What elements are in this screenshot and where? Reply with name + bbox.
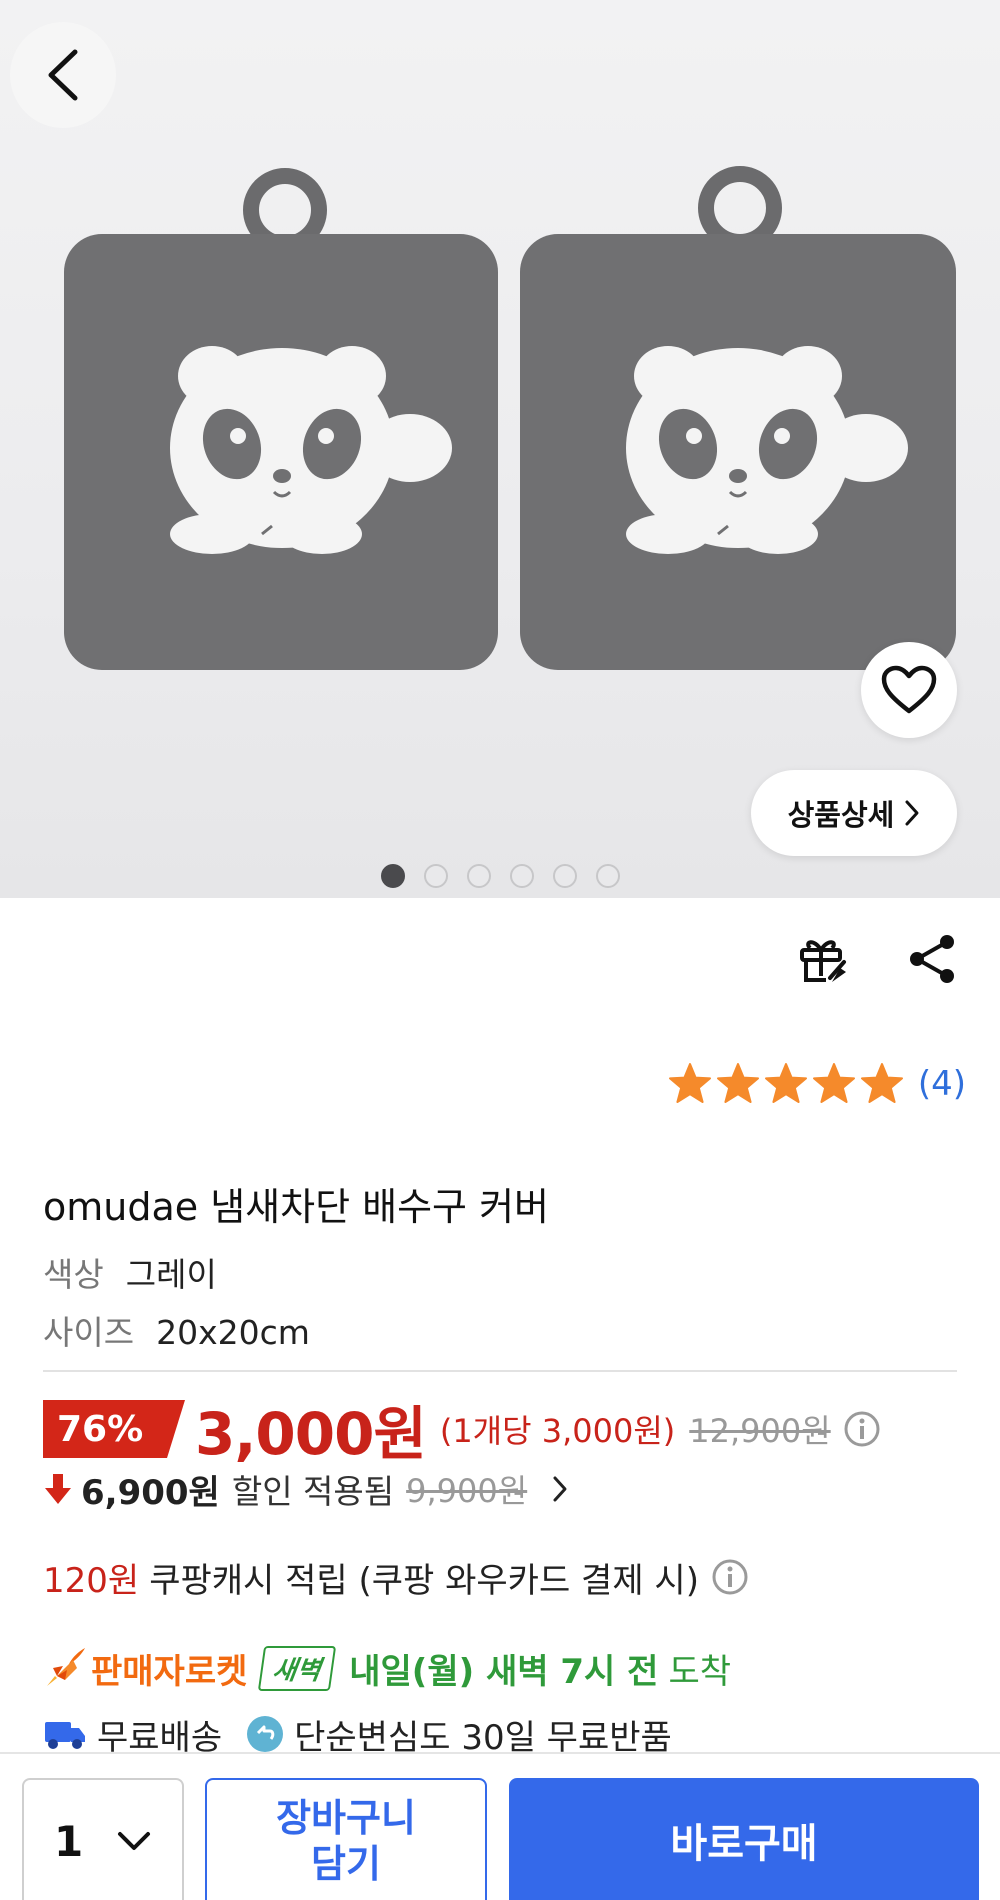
option-value: 그레이 xyxy=(125,1255,217,1294)
option-size: 사이즈 20x20cm xyxy=(43,1306,310,1354)
star-icon xyxy=(668,1063,711,1103)
option-value: 20x20cm xyxy=(156,1313,310,1352)
delivery-row: 판매자로켓 새벽 내일(월) 새벽 7시 전 도착 xyxy=(43,1640,731,1696)
cashback-amount: 120원 xyxy=(43,1560,140,1601)
quantity-value: 1 xyxy=(54,1816,84,1866)
quantity-select[interactable]: 1 xyxy=(22,1778,184,1900)
pagination-dot[interactable] xyxy=(553,864,577,888)
product-title: omudae 냄새차단 배수구 커버 xyxy=(43,1185,550,1229)
rocket-label: 판매자로켓 xyxy=(91,1651,248,1692)
discount-percent: 76% xyxy=(57,1408,144,1450)
coupon-original-price: 9,900원 xyxy=(406,1472,528,1510)
star-icon xyxy=(812,1063,855,1103)
cashback-text: 쿠팡캐시 적립 (쿠팡 와우카드 결제 시) xyxy=(149,1560,699,1601)
product-detail-label: 상품상세 xyxy=(787,798,895,832)
gallery-pagination xyxy=(381,864,620,888)
rating[interactable]: (4) xyxy=(668,1062,966,1106)
share-button[interactable] xyxy=(904,930,962,988)
option-key: 사이즈 xyxy=(43,1313,135,1352)
buy-now-button[interactable]: 바로구매 xyxy=(509,1778,979,1900)
back-button[interactable] xyxy=(10,22,116,128)
add-to-cart-label: 장바구니 담기 xyxy=(276,1796,416,1886)
chevron-left-icon xyxy=(48,49,78,101)
coupon-text: 할인 적용됨 xyxy=(231,1472,395,1511)
truck-icon xyxy=(45,1722,85,1749)
chevron-right-icon xyxy=(905,800,919,826)
original-price: 12,900원 xyxy=(689,1412,831,1450)
info-icon[interactable] xyxy=(843,1410,881,1448)
price-row: 76% 3,000원 (1개당 3,000원) 12,900원 xyxy=(43,1398,881,1468)
return-icon xyxy=(247,1716,284,1752)
gift-icon xyxy=(800,940,846,982)
coupon-discount-row[interactable]: 6,900원 할인 적용됨 9,900원 xyxy=(43,1464,577,1514)
gift-button[interactable] xyxy=(794,930,852,988)
coupon-price: 6,900원 xyxy=(81,1472,220,1513)
chevron-right-icon xyxy=(553,1476,567,1502)
product-image-gallery[interactable]: 상품상세 xyxy=(0,0,1000,898)
discount-badge: 76% xyxy=(43,1400,185,1458)
pagination-dot[interactable] xyxy=(510,864,534,888)
option-key: 색상 xyxy=(43,1255,104,1294)
arrival-word: 도착 xyxy=(668,1651,732,1692)
arrival-time: 내일(월) 새벽 7시 전 xyxy=(349,1651,659,1692)
divider xyxy=(43,1370,957,1372)
review-count[interactable]: (4) xyxy=(918,1064,966,1104)
cashback-row: 120원 쿠팡캐시 적립 (쿠팡 와우카드 결제 시) xyxy=(43,1552,749,1602)
heart-icon xyxy=(881,665,937,714)
option-color: 색상 그레이 xyxy=(43,1248,217,1296)
bottom-purchase-bar: 1 장바구니 담기 바로구매 xyxy=(0,1752,1000,1900)
star-icon xyxy=(716,1063,759,1103)
pagination-dot[interactable] xyxy=(424,864,448,888)
rating-stars xyxy=(668,1062,904,1106)
share-icon xyxy=(910,935,954,983)
sale-price: 3,000원 xyxy=(195,1400,427,1468)
pagination-dot[interactable] xyxy=(381,864,405,888)
dawn-badge: 새벽 xyxy=(258,1645,337,1691)
wishlist-button[interactable] xyxy=(861,642,957,738)
buy-now-label: 바로구매 xyxy=(670,1821,818,1867)
unit-price: (1개당 3,000원) xyxy=(439,1412,676,1450)
chevron-down-icon xyxy=(118,1832,150,1850)
pagination-dot[interactable] xyxy=(596,864,620,888)
arrow-down-icon xyxy=(45,1474,71,1504)
rocket-icon xyxy=(47,1648,85,1686)
add-to-cart-button[interactable]: 장바구니 담기 xyxy=(205,1778,487,1900)
product-actions xyxy=(794,930,962,988)
star-icon xyxy=(860,1063,903,1103)
product-detail-button[interactable]: 상품상세 xyxy=(751,770,957,856)
product-photo xyxy=(64,166,956,670)
star-icon xyxy=(764,1063,807,1103)
pagination-dot[interactable] xyxy=(467,864,491,888)
info-icon[interactable] xyxy=(711,1558,749,1596)
